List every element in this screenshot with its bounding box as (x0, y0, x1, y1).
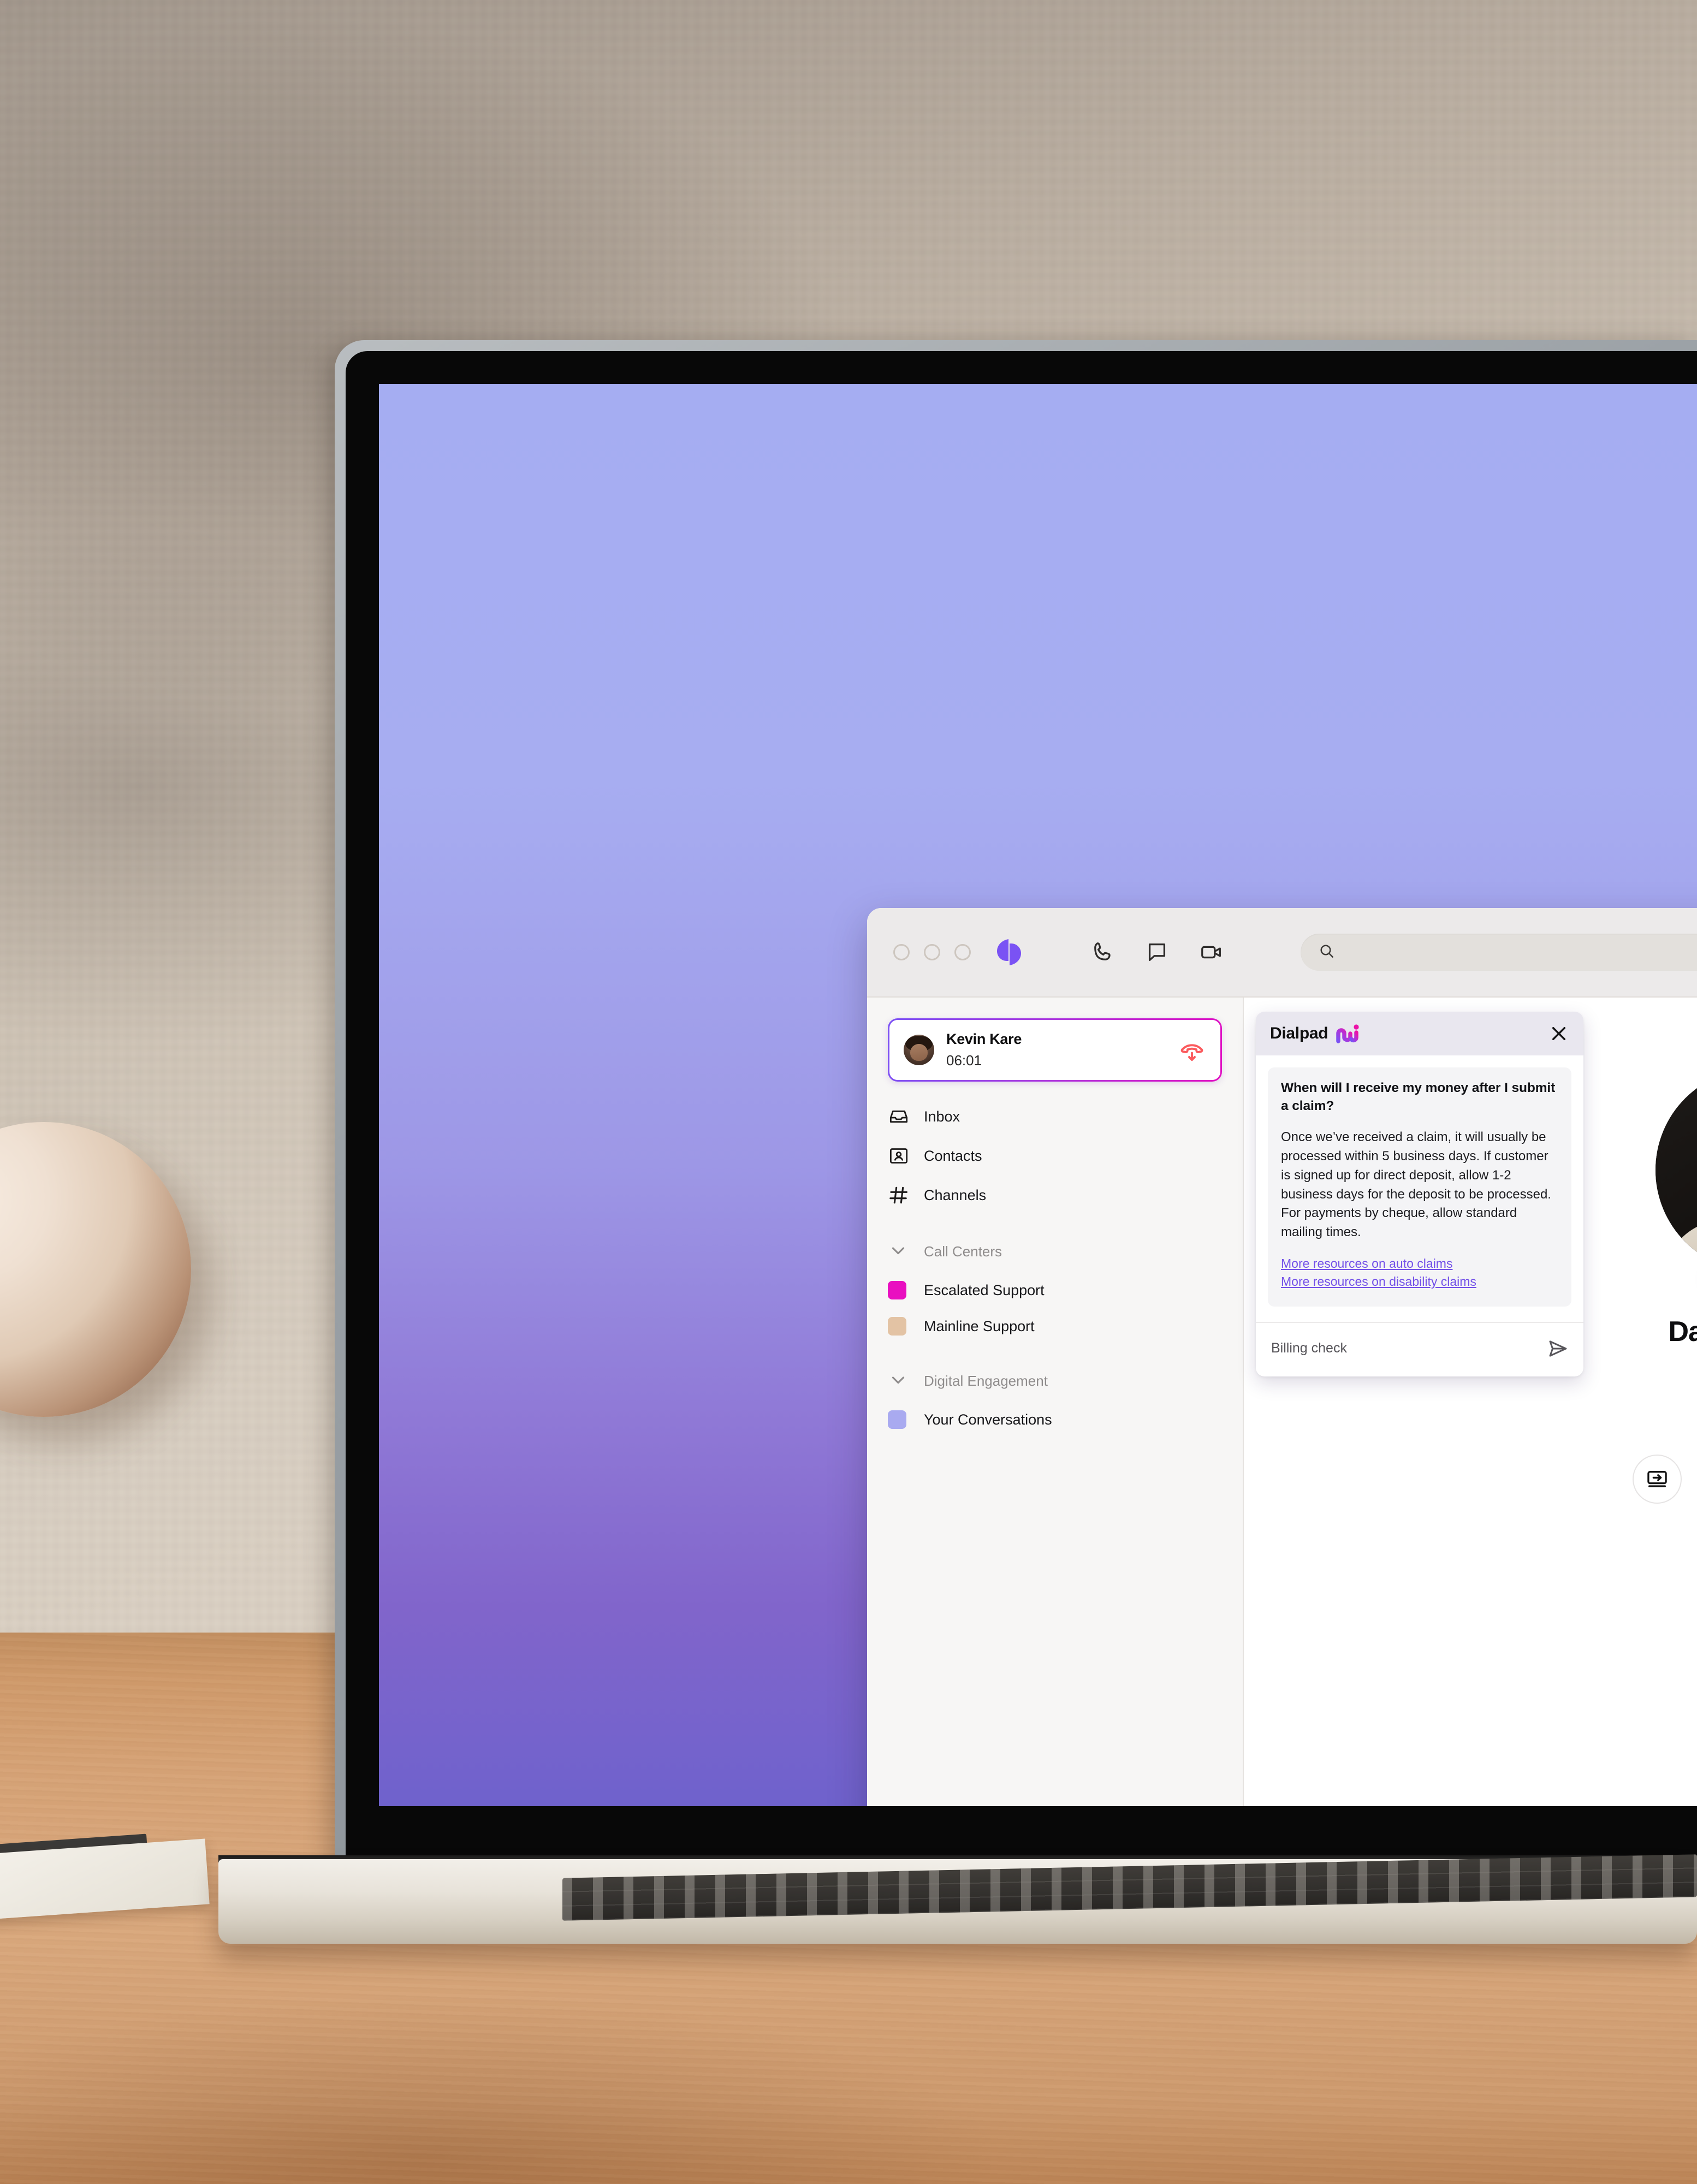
sidebar-item-label: Escalated Support (924, 1281, 1045, 1298)
ai-resource-link[interactable]: More resources on disability claims (1281, 1274, 1558, 1289)
maximize-dot[interactable] (954, 944, 971, 960)
sidebar-item-label: Channels (924, 1186, 987, 1203)
sidebar-section-call-centers[interactable]: Call Centers (867, 1231, 1243, 1272)
main-content: Dialpad When will I receive my money aft… (1244, 998, 1697, 1806)
active-call-card[interactable]: Kevin Kare 06:01 (888, 1018, 1222, 1082)
color-swatch-icon (888, 1317, 910, 1336)
avatar (904, 1035, 934, 1065)
sidebar-item-contacts[interactable]: Contacts (867, 1136, 1243, 1176)
ai-panel-header: Dialpad (1256, 1012, 1583, 1055)
ai-resource-link[interactable]: More resources on auto claims (1281, 1256, 1558, 1271)
contact-pane: Enabled Danny Cortes 555-567-5309 01:28 (1604, 998, 1697, 1504)
toolbar-icons (1090, 940, 1224, 965)
close-icon[interactable] (1548, 1023, 1569, 1044)
titlebar (867, 908, 1697, 998)
ai-question: When will I receive my money after I sub… (1281, 1081, 1556, 1113)
active-call-duration: 06:01 (946, 1052, 982, 1069)
ai-input-row (1256, 1321, 1583, 1376)
sidebar-section-label: Call Centers (924, 1243, 1002, 1260)
ai-panel-body: When will I receive my money after I sub… (1256, 1055, 1583, 1312)
ai-answer-card: When will I receive my money after I sub… (1268, 1067, 1571, 1307)
ai-resource-links: More resources on auto claims More resou… (1281, 1256, 1558, 1289)
sidebar-item-mainline-support[interactable]: Mainline Support (867, 1308, 1243, 1344)
message-icon[interactable] (1144, 940, 1170, 965)
app-body: Kevin Kare 06:01 Inbox Contacts Channels… (867, 998, 1697, 1806)
video-icon[interactable] (1199, 940, 1224, 965)
sidebar-item-inbox[interactable]: Inbox (867, 1097, 1243, 1136)
ai-question-input[interactable] (1270, 1340, 1538, 1357)
sidebar-item-label: Mainline Support (924, 1317, 1035, 1334)
close-dot[interactable] (893, 944, 910, 960)
contact-avatar (1656, 1069, 1697, 1272)
ai-panel-title: Dialpad (1270, 1024, 1328, 1042)
scene: Kevin Kare 06:01 Inbox Contacts Channels… (0, 0, 1697, 2184)
chevron-down-icon (888, 1240, 910, 1263)
sidebar-item-your-conversations[interactable]: Your Conversations (867, 1402, 1243, 1438)
active-call-meta: Kevin Kare 06:01 (946, 1031, 1178, 1069)
sidebar-section-label: Digital Engagement (924, 1373, 1048, 1389)
transfer-button[interactable] (1633, 1455, 1682, 1504)
sidebar: Kevin Kare 06:01 Inbox Contacts Channels… (867, 998, 1244, 1806)
call-controls (1604, 1455, 1697, 1504)
sidebar-item-channels[interactable]: Channels (867, 1176, 1243, 1215)
sidebar-item-label: Contacts (924, 1147, 982, 1164)
ai-answer: Once we’ve received a claim, it will usu… (1281, 1130, 1551, 1240)
dialpad-ai-panel: Dialpad When will I receive my money aft… (1256, 1012, 1583, 1376)
hash-icon (888, 1184, 910, 1206)
sidebar-item-label: Inbox (924, 1108, 960, 1125)
contact-phone: 555-567-5309 (1604, 1357, 1697, 1375)
contacts-icon (888, 1145, 910, 1167)
transfer-icon (1645, 1467, 1670, 1492)
dialpad-logo-icon[interactable] (994, 937, 1024, 968)
active-call-name: Kevin Kare (946, 1031, 1022, 1047)
sidebar-section-digital-engagement[interactable]: Digital Engagement (867, 1361, 1243, 1402)
color-swatch-icon (888, 1410, 910, 1429)
search-bar[interactable] (1301, 934, 1697, 971)
minimize-dot[interactable] (924, 944, 940, 960)
hangup-down-icon[interactable] (1178, 1036, 1206, 1064)
laptop-screen: Kevin Kare 06:01 Inbox Contacts Channels… (379, 384, 1697, 1806)
dialpad-ai-logo-icon (1336, 1023, 1364, 1044)
chevron-down-icon (888, 1369, 910, 1393)
search-input[interactable] (1346, 943, 1697, 962)
phone-icon[interactable] (1090, 940, 1115, 965)
sidebar-item-label: Your Conversations (924, 1411, 1052, 1428)
app-window: Kevin Kare 06:01 Inbox Contacts Channels… (867, 908, 1697, 1806)
contact-name: Danny Cortes (1668, 1316, 1697, 1348)
sidebar-item-escalated-support[interactable]: Escalated Support (867, 1272, 1243, 1308)
inbox-icon (888, 1106, 910, 1127)
send-icon[interactable] (1546, 1337, 1569, 1360)
search-icon (1318, 942, 1336, 963)
color-swatch-icon (888, 1281, 910, 1299)
window-controls[interactable] (893, 944, 971, 960)
